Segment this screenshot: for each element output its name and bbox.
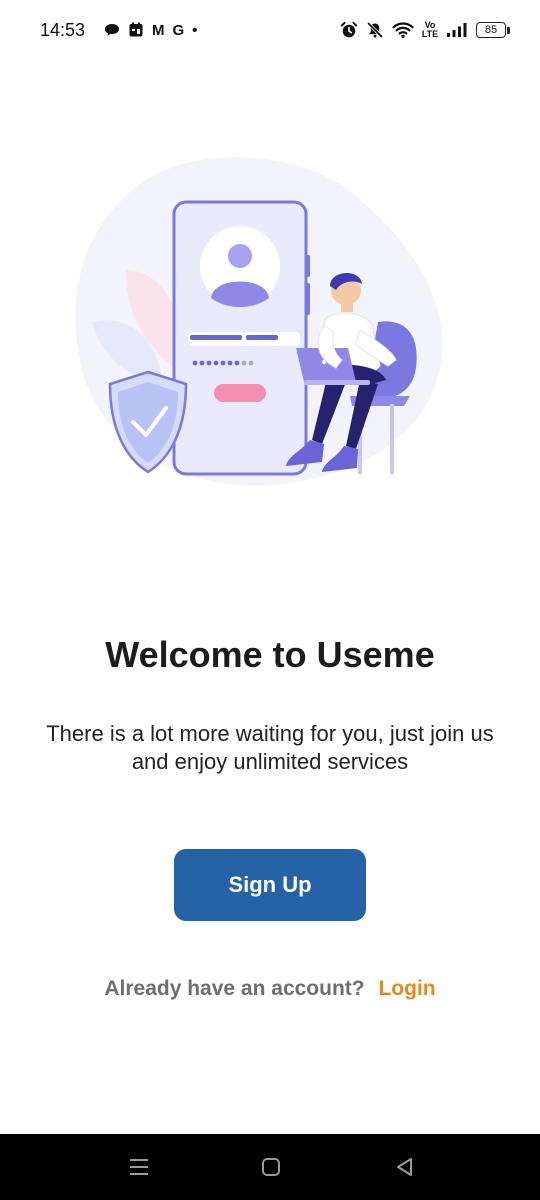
back-button[interactable]	[390, 1152, 420, 1182]
signal-icon	[446, 19, 468, 41]
system-nav-bar	[0, 1134, 540, 1200]
google-icon: G	[172, 21, 185, 39]
login-prompt: Already have an account?	[104, 977, 365, 1000]
system-icons: Vo LTE 85	[340, 19, 510, 41]
signup-button[interactable]: Sign Up	[174, 849, 366, 921]
page-title: Welcome to Useme	[105, 634, 435, 675]
mute-icon	[366, 19, 384, 41]
login-link[interactable]: Login	[378, 977, 435, 1000]
calendar-app-icon	[128, 19, 144, 41]
gmail-icon: M	[152, 21, 165, 39]
chat-bubble-icon	[104, 19, 120, 41]
recents-icon	[130, 1159, 148, 1175]
home-button[interactable]	[256, 1152, 286, 1182]
dot-icon: •	[192, 21, 198, 39]
welcome-illustration	[60, 140, 480, 500]
status-time: 14:53	[40, 20, 86, 40]
recents-button[interactable]	[124, 1152, 154, 1182]
back-icon	[397, 1158, 412, 1176]
login-row: Already have an account? Login	[0, 977, 540, 1001]
wifi-icon	[392, 19, 414, 41]
battery-icon: 85	[476, 22, 510, 38]
status-bar: 14:53 M G • Vo LTE 85	[0, 0, 540, 64]
home-icon	[262, 1158, 280, 1176]
notification-icons: M G •	[104, 19, 197, 41]
alarm-icon	[340, 19, 358, 41]
welcome-subtitle: There is a lot more waiting for you, jus…	[46, 721, 494, 774]
volte-icon: Vo LTE	[421, 20, 439, 39]
